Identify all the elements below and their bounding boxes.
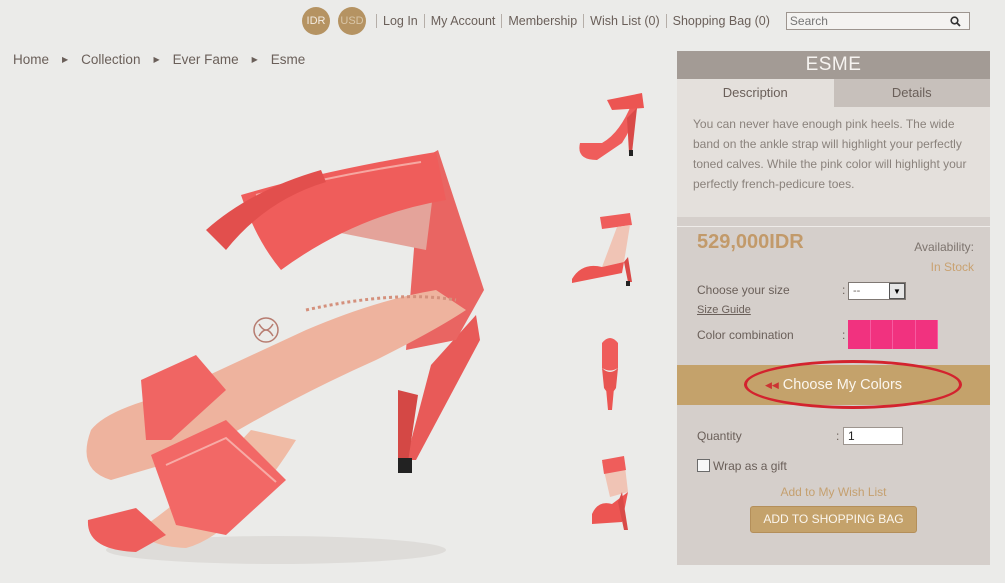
quantity-label: Quantity	[697, 429, 742, 443]
product-thumbnail-1[interactable]	[562, 88, 658, 176]
breadcrumb-ever-fame[interactable]: Ever Fame	[173, 52, 239, 67]
membership-link[interactable]: Membership	[501, 14, 583, 28]
color-swatch[interactable]	[893, 320, 916, 349]
breadcrumb-home[interactable]: Home	[13, 52, 49, 67]
size-label: Choose your size	[697, 283, 790, 297]
search-box	[785, 12, 970, 30]
color-swatch[interactable]	[870, 320, 893, 349]
chevron-right-icon: ▶	[251, 55, 258, 64]
color-swatches[interactable]	[848, 320, 938, 349]
product-description: You can never have enough pink heels. Th…	[677, 107, 990, 217]
gift-wrap-label: Wrap as a gift	[713, 459, 787, 473]
breadcrumb: Home ▶ Collection ▶ Ever Fame ▶ Esme	[13, 52, 305, 67]
product-thumbnail-3[interactable]	[562, 328, 658, 416]
shopping-bag-link[interactable]: Shopping Bag (0)	[665, 14, 776, 28]
currency-idr-button[interactable]: IDR	[302, 7, 330, 35]
quantity-colon: :	[836, 429, 840, 443]
add-to-wish-list-link[interactable]: Add to My Wish List	[677, 485, 990, 499]
my-account-link[interactable]: My Account	[423, 14, 502, 28]
size-select[interactable]: -- ▼	[848, 282, 906, 300]
chevron-right-icon: ▶	[153, 55, 160, 64]
search-icon[interactable]	[947, 13, 965, 29]
product-title: ESME	[677, 51, 990, 79]
color-colon: :	[842, 328, 846, 342]
product-thumbnail-2[interactable]	[562, 207, 658, 295]
highlight-ellipse	[744, 360, 962, 409]
breadcrumb-esme: Esme	[270, 52, 306, 67]
top-nav: Log In My Account Membership Wish List (…	[376, 14, 776, 28]
size-select-value: --	[853, 285, 861, 297]
availability-status: In Stock	[930, 260, 974, 274]
divider	[677, 217, 990, 227]
product-tabs: Description Details	[677, 79, 990, 107]
tab-description[interactable]: Description	[677, 79, 834, 107]
product-thumbnail-4[interactable]	[562, 452, 658, 540]
product-price: 529,000IDR	[697, 231, 804, 253]
search-input[interactable]	[786, 13, 947, 29]
top-bar: IDR USD Log In My Account Membership Wis…	[302, 7, 970, 35]
color-label: Color combination	[697, 328, 794, 342]
availability: Availability: In Stock	[914, 237, 974, 277]
chevron-right-icon: ▶	[62, 55, 69, 64]
chevron-down-icon[interactable]: ▼	[889, 283, 905, 299]
gift-wrap-checkbox[interactable]	[697, 459, 710, 472]
add-to-shopping-bag-button[interactable]: ADD TO SHOPPING BAG	[750, 506, 917, 533]
color-swatch[interactable]	[848, 320, 871, 349]
login-link[interactable]: Log In	[376, 14, 424, 28]
product-panel: ESME Description Details You can never h…	[677, 51, 990, 565]
quantity-input[interactable]: 1	[843, 427, 903, 445]
color-swatch[interactable]	[915, 320, 938, 349]
wish-list-link[interactable]: Wish List (0)	[583, 14, 665, 28]
currency-usd-button[interactable]: USD	[338, 7, 366, 35]
tab-details[interactable]: Details	[833, 79, 990, 107]
size-colon: :	[842, 283, 846, 297]
product-main-image[interactable]	[76, 140, 496, 570]
breadcrumb-collection[interactable]: Collection	[81, 52, 140, 67]
size-guide-link[interactable]: Size Guide	[697, 304, 751, 316]
availability-label: Availability:	[914, 240, 974, 254]
